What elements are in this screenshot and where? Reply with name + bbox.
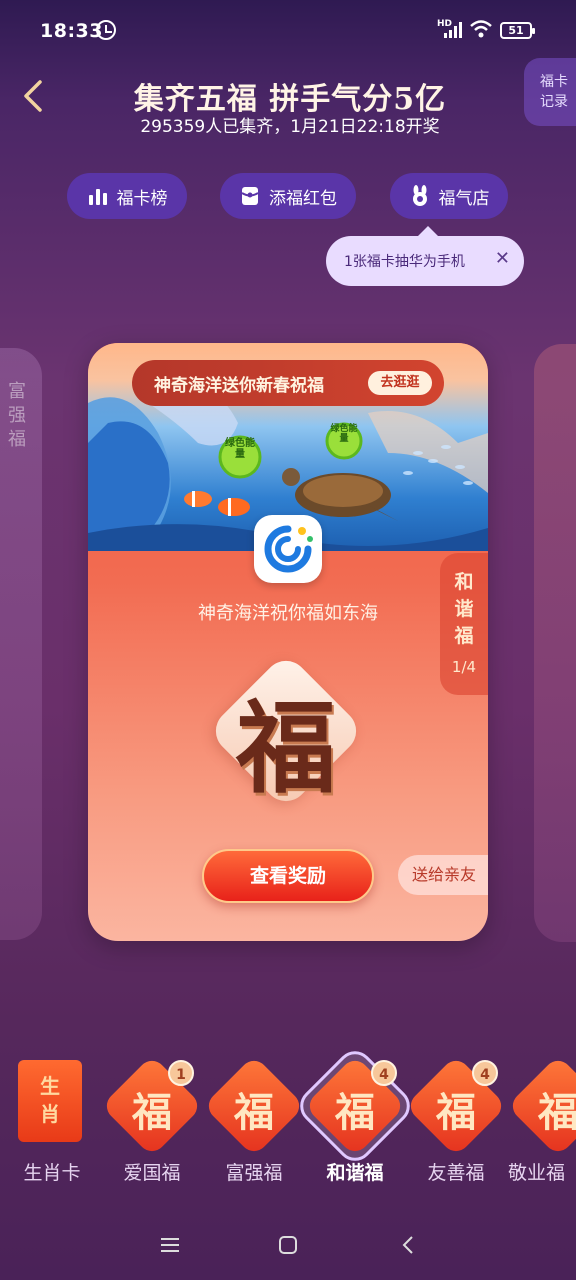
green-energy-badge: 绿色能量 xyxy=(330,424,358,444)
visit-button[interactable]: 去逛逛 xyxy=(368,371,432,395)
tray-item-label: 敬业福 xyxy=(508,1162,566,1184)
card-type-tag: 和谐福 1/4 xyxy=(440,553,488,695)
page-subtitle: 295359人已集齐，1月21日22:18开奖 xyxy=(140,117,440,137)
fu-emblem: 福 xyxy=(206,651,366,811)
tray-item-label: 生肖卡 xyxy=(23,1162,81,1184)
fu-char: 福 xyxy=(538,1089,576,1136)
clock: 18:33 xyxy=(40,20,103,42)
fu-character: 福 xyxy=(236,689,336,807)
promo-banner-text: 神奇海洋送你新春祝福 xyxy=(154,375,324,396)
view-rewards-button[interactable]: 查看奖励 xyxy=(202,849,374,903)
signal-icon xyxy=(444,22,462,38)
fortune-shop-button[interactable]: 福气店 xyxy=(390,173,508,219)
promo-banner[interactable]: 神奇海洋送你新春祝福 去逛逛 xyxy=(132,360,444,406)
back-arrow-icon[interactable] xyxy=(18,78,54,114)
red-packet-button[interactable]: 添福红包 xyxy=(220,173,356,219)
system-nav-bar xyxy=(0,1220,576,1270)
battery-icon: 51 xyxy=(500,22,535,39)
bar-chart-icon xyxy=(88,189,107,205)
fu-char: 福 xyxy=(132,1089,172,1136)
leaderboard-label: 福卡榜 xyxy=(116,188,168,209)
alarm-icon xyxy=(96,20,116,40)
menu-icon[interactable] xyxy=(160,1236,180,1254)
fu-card: 绿色能量 绿色能量 神奇海洋送你新春祝福 去逛逛 神奇海洋祝你福如东海 和谐福 … xyxy=(88,343,488,941)
status-bar: 18:33 HD 51 xyxy=(0,0,576,64)
back-icon[interactable] xyxy=(400,1235,416,1255)
rabbit-shop-icon xyxy=(412,185,427,206)
home-icon[interactable] xyxy=(278,1235,298,1255)
tray-item-dedication[interactable]: 福 敬业福 xyxy=(484,1058,576,1208)
promo-tooltip: 1张福卡抽华为手机 ✕ xyxy=(326,226,524,286)
leaderboard-button[interactable]: 福卡榜 xyxy=(67,173,187,219)
next-card[interactable] xyxy=(534,344,576,942)
green-energy-badge: 绿色能量 xyxy=(225,438,255,460)
tooltip-text: 1张福卡抽华为手机 xyxy=(344,254,465,270)
card-record-label: 福卡记录 xyxy=(540,74,568,110)
count-badge: 4 xyxy=(371,1060,397,1086)
tray-item-prosperity[interactable]: 福 富强福 xyxy=(203,1055,305,1208)
zodiac-card-icon: 生肖 xyxy=(18,1060,82,1142)
tray-item-label: 爱国福 xyxy=(123,1162,181,1184)
card-subtitle: 神奇海洋祝你福如东海 xyxy=(198,603,378,624)
fu-char: 福 xyxy=(234,1089,274,1136)
red-packet-label: 添福红包 xyxy=(269,188,337,209)
count-badge: 1 xyxy=(168,1060,194,1086)
red-packet-icon xyxy=(241,187,259,205)
fu-char: 福 xyxy=(335,1089,375,1136)
send-to-friends-button[interactable]: 送给亲友 xyxy=(398,855,488,895)
fortune-shop-label: 福气店 xyxy=(438,188,490,209)
tray-item-harmony[interactable]: 福 4 和谐福 xyxy=(292,1043,418,1208)
tray-item-label: 富强福 xyxy=(225,1162,283,1184)
wifi-icon xyxy=(470,20,492,38)
tray-item-zodiac[interactable]: 生肖 生肖卡 xyxy=(6,1058,98,1208)
previous-card[interactable]: 富强福 xyxy=(0,348,42,940)
previous-card-label: 富强福 xyxy=(8,381,26,450)
app-logo-icon xyxy=(254,515,322,583)
tray-item-label: 和谐福 xyxy=(326,1162,384,1184)
tray-item-patriotic[interactable]: 福 1 爱国福 xyxy=(101,1055,203,1208)
close-icon[interactable]: ✕ xyxy=(495,248,510,269)
card-record-button[interactable]: 福卡记录 xyxy=(524,58,576,126)
card-type-name: 和谐福 xyxy=(454,571,474,647)
card-count: 1/4 xyxy=(451,658,477,676)
